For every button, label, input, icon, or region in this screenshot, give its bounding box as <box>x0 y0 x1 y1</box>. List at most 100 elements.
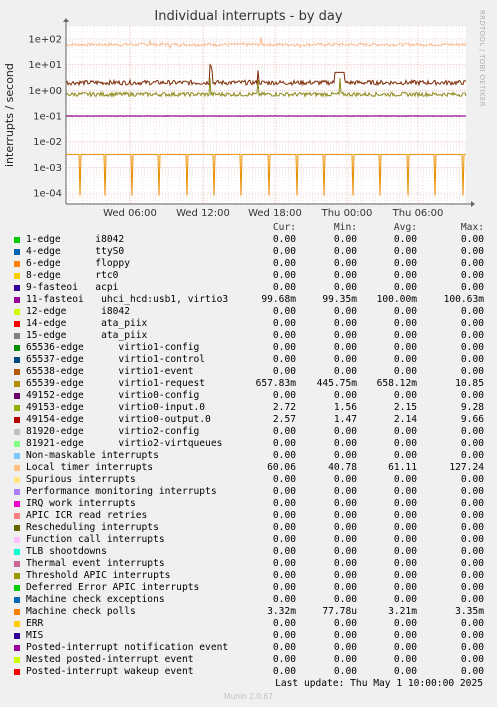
legend-min-value: 0.00 <box>333 510 357 521</box>
header-avg: Avg: <box>393 222 417 233</box>
legend-rows: 1-edge i8042 0.00 0.00 0.00 0.00 4-edge ttyS0… <box>0 234 497 678</box>
legend-cur-value: 0.00 <box>272 234 296 245</box>
legend-min-value: 0.00 <box>333 366 357 377</box>
legend-label: Posted-interrupt wakeup event <box>26 666 194 677</box>
legend-min-value: 0.00 <box>333 450 357 461</box>
legend-swatch <box>14 285 20 291</box>
legend-cur-value: 3.32m <box>267 606 296 617</box>
legend-cur-value: 0.00 <box>272 246 296 257</box>
legend-label: Machine check exceptions <box>26 594 165 605</box>
legend-row: IRQ work interrupts 0.00 0.00 0.00 0.00 <box>0 498 497 510</box>
legend-max-value: 0.00 <box>460 546 484 557</box>
legend-label: 49154-edge virtio0-output.0 <box>26 414 211 425</box>
legend-row: Non-maskable interrupts 0.00 0.00 0.00 0.00 <box>0 450 497 462</box>
legend-swatch <box>14 465 20 471</box>
legend-swatch <box>14 261 20 267</box>
legend-swatch <box>14 441 20 447</box>
legend-avg-value: 0.00 <box>393 426 417 437</box>
legend-avg-value: 0.00 <box>393 546 417 557</box>
legend-avg-value: 0.00 <box>393 582 417 593</box>
legend-max-value: 0.00 <box>460 570 484 581</box>
legend-cur-value: 0.00 <box>272 654 296 665</box>
legend-avg-value: 0.00 <box>393 390 417 401</box>
legend-avg-value: 0.00 <box>393 258 417 269</box>
legend-swatch <box>14 645 20 651</box>
legend-min-value: 0.00 <box>333 390 357 401</box>
legend-label: Spurious interrupts <box>26 474 136 485</box>
legend-min-value: 0.00 <box>333 498 357 509</box>
legend-max-value: 0.00 <box>460 234 484 245</box>
legend-row: 65536-edge virtio1-config 0.00 0.00 0.00 0.0… <box>0 342 497 354</box>
legend-cur-value: 0.00 <box>272 474 296 485</box>
legend-label: 11-fasteoi uhci_hcd:usb1, virtio3 <box>26 294 229 305</box>
legend-row: APIC ICR read retries 0.00 0.00 0.00 0.00 <box>0 510 497 522</box>
legend-max-value: 0.00 <box>460 330 484 341</box>
legend-row: 65537-edge virtio1-control 0.00 0.00 0.00 0.… <box>0 354 497 366</box>
legend-max-value: 0.00 <box>460 534 484 545</box>
legend-max-value: 0.00 <box>460 270 484 281</box>
legend-min-value: 0.00 <box>333 282 357 293</box>
legend-row: Local timer interrupts 60.06 40.78 61.11 127… <box>0 462 497 474</box>
legend-cur-value: 0.00 <box>272 390 296 401</box>
legend-max-value: 0.00 <box>460 642 484 653</box>
legend-min-value: 0.00 <box>333 426 357 437</box>
legend-min-value: 0.00 <box>333 642 357 653</box>
legend-label: 15-edge ata_piix <box>26 330 148 341</box>
legend-row: 81920-edge virtio2-config 0.00 0.00 0.00 0.0… <box>0 426 497 438</box>
legend-label: 1-edge i8042 <box>26 234 125 245</box>
legend-row: 65539-edge virtio1-request 657.83m 445.75m… <box>0 378 497 390</box>
legend-swatch <box>14 333 20 339</box>
legend-max-value: 10.85 <box>455 378 484 389</box>
y-tick-label: 1e+01 <box>28 60 62 71</box>
legend-max-value: 0.00 <box>460 486 484 497</box>
legend-max-value: 0.00 <box>460 438 484 449</box>
legend-cur-value: 0.00 <box>272 270 296 281</box>
legend-cur-value: 0.00 <box>272 666 296 677</box>
legend-row: Machine check polls 3.32m 77.78u 3.21m 3.35m <box>0 606 497 618</box>
legend-swatch <box>14 621 20 627</box>
legend-label: 65539-edge virtio1-request <box>26 378 206 389</box>
legend-max-value: 0.00 <box>460 558 484 569</box>
legend-row: 1-edge i8042 0.00 0.00 0.00 0.00 <box>0 234 497 246</box>
legend-min-value: 0.00 <box>333 258 357 269</box>
legend-label: 49153-edge virtio0-input.0 <box>26 402 206 413</box>
legend-swatch <box>14 561 20 567</box>
legend-min-value: 40.78 <box>328 462 357 473</box>
legend-cur-value: 0.00 <box>272 546 296 557</box>
legend-swatch <box>14 501 20 507</box>
legend-avg-value: 0.00 <box>393 642 417 653</box>
legend-max-value: 0.00 <box>460 630 484 641</box>
legend-avg-value: 0.00 <box>393 366 417 377</box>
legend-swatch <box>14 321 20 327</box>
legend-swatch <box>14 513 20 519</box>
legend-max-value: 0.00 <box>460 258 484 269</box>
legend-row: Function call interrupts 0.00 0.00 0.00 0.00 <box>0 534 497 546</box>
legend-row: Posted-interrupt notification event 0.00 0… <box>0 642 497 654</box>
legend-avg-value: 0.00 <box>393 558 417 569</box>
legend-cur-value: 0.00 <box>272 354 296 365</box>
legend-max-value: 9.28 <box>460 402 484 413</box>
x-axis-arrow <box>471 201 475 207</box>
y-tick-label: 1e-01 <box>33 112 62 123</box>
legend-avg-value: 0.00 <box>393 534 417 545</box>
legend-cur-value: 0.00 <box>272 438 296 449</box>
x-tick-label: Wed 18:00 <box>248 208 302 219</box>
legend-avg-value: 0.00 <box>393 630 417 641</box>
legend-max-value: 0.00 <box>460 474 484 485</box>
legend-avg-value: 0.00 <box>393 486 417 497</box>
legend-max-value: 0.00 <box>460 282 484 293</box>
legend-min-value: 0.00 <box>333 522 357 533</box>
legend-label: Machine check polls <box>26 606 136 617</box>
legend-label: Rescheduling interrupts <box>26 522 159 533</box>
legend-label: 65537-edge virtio1-control <box>26 354 206 365</box>
legend-max-value: 127.24 <box>449 462 484 473</box>
legend-label: TLB shootdowns <box>26 546 107 557</box>
legend-swatch <box>14 249 20 255</box>
x-tick-label: Wed 12:00 <box>176 208 230 219</box>
legend-min-value: 0.00 <box>333 234 357 245</box>
legend-row: 8-edge rtc0 0.00 0.00 0.00 0.00 <box>0 270 497 282</box>
legend-row: 81921-edge virtio2-virtqueues 0.00 0.00 0.0… <box>0 438 497 450</box>
legend-swatch <box>14 405 20 411</box>
legend-cur-value: 2.72 <box>272 402 296 413</box>
legend-max-value: 0.00 <box>460 654 484 665</box>
